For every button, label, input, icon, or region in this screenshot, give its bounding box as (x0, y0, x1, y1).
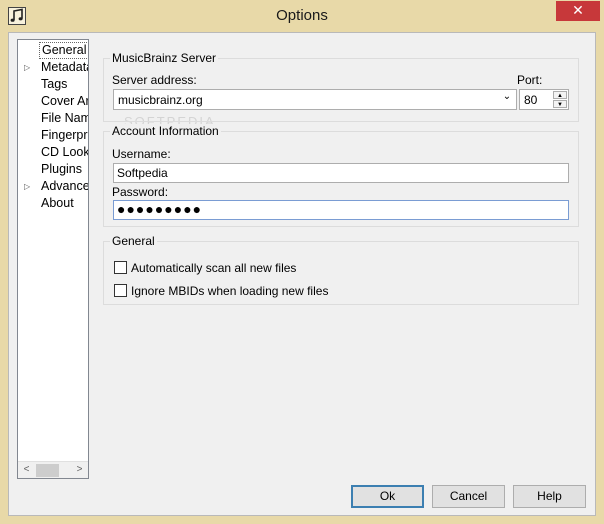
nav-item[interactable]: ▷ Advanced (18, 178, 88, 195)
ignore-mbids-label[interactable]: Ignore MBIDs when loading new files (131, 284, 328, 298)
spin-down-icon[interactable]: ▼ (553, 100, 567, 108)
nav-item[interactable]: Fingerprinting (18, 127, 88, 144)
port-value: 80 (524, 93, 538, 107)
close-button[interactable]: ✕ (556, 1, 600, 21)
username-label: Username: (112, 147, 171, 161)
nav-item-label: CD Lookup (41, 145, 88, 159)
options-nav-tree[interactable]: About ▷ Advanced Plugins CD Lookup Fingerprin… (17, 39, 89, 479)
server-address-value: musicbrainz.org (118, 93, 203, 107)
nav-horizontal-scrollbar[interactable]: < > (18, 461, 88, 478)
help-button[interactable]: Help (513, 485, 586, 508)
password-value: ●●●●●●●●● (117, 201, 203, 217)
options-window: Options ✕ About ▷ Advanced Plugins CD Lookup… (0, 0, 604, 524)
nav-item-label: Metadata (41, 60, 88, 74)
nav-item-label: Cover Art (41, 94, 88, 108)
ignore-mbids-checkbox[interactable] (114, 284, 127, 297)
cancel-button[interactable]: Cancel (432, 485, 505, 508)
port-label: Port: (517, 73, 543, 87)
spin-up-icon[interactable]: ▲ (553, 91, 567, 99)
title-bar[interactable]: Options ✕ (0, 0, 604, 32)
scroll-right-icon[interactable]: > (71, 462, 88, 478)
username-field[interactable]: Softpedia (113, 163, 569, 183)
auto-scan-checkbox[interactable] (114, 261, 127, 274)
auto-scan-label[interactable]: Automatically scan all new files (131, 261, 296, 275)
nav-item-label: Fingerprinting (41, 128, 88, 142)
nav-item[interactable]: About (18, 195, 88, 212)
close-icon: ✕ (572, 2, 584, 18)
nav-item[interactable]: General (18, 42, 88, 59)
general-group-title: General (110, 234, 157, 248)
scroll-left-icon[interactable]: < (18, 462, 35, 478)
nav-item-label: Plugins (41, 162, 82, 176)
nav-item-label: General (39, 42, 88, 59)
account-group: Account Information Username: Softpedia … (103, 124, 579, 227)
nav-item-label: File Naming (41, 111, 88, 125)
expand-arrow-icon[interactable]: ▷ (24, 178, 34, 195)
username-value: Softpedia (117, 166, 168, 180)
account-group-title: Account Information (110, 124, 221, 138)
nav-item-label: Advanced (41, 179, 88, 193)
password-field[interactable]: ●●●●●●●●● (113, 200, 569, 220)
nav-item[interactable]: Plugins (18, 161, 88, 178)
nav-item[interactable]: Tags (18, 76, 88, 93)
nav-item[interactable]: CD Lookup (18, 144, 88, 161)
window-title: Options (276, 7, 328, 24)
server-group: MusicBrainz Server Server address: Port:… (103, 51, 579, 122)
nav-item-label: Tags (41, 77, 68, 91)
port-spinbox[interactable]: 80 ▲ ▼ (519, 89, 569, 110)
general-group: General Automatically scan all new files… (103, 234, 579, 305)
ok-button[interactable]: Ok (351, 485, 424, 508)
server-address-combobox[interactable]: musicbrainz.org ⌄ (113, 89, 517, 110)
server-address-label: Server address: (112, 73, 197, 87)
client-area: About ▷ Advanced Plugins CD Lookup Fingerprin… (8, 32, 596, 516)
nav-item-label: About (41, 196, 74, 210)
chevron-down-icon[interactable]: ⌄ (500, 91, 514, 102)
nav-item[interactable]: ▷ Metadata (18, 59, 88, 76)
expand-arrow-icon[interactable]: ▷ (24, 59, 34, 76)
nav-item[interactable]: File Naming (18, 110, 88, 127)
server-group-title: MusicBrainz Server (110, 51, 219, 65)
nav-item[interactable]: Cover Art (18, 93, 88, 110)
scroll-thumb[interactable] (36, 464, 59, 477)
password-label: Password: (112, 185, 169, 199)
